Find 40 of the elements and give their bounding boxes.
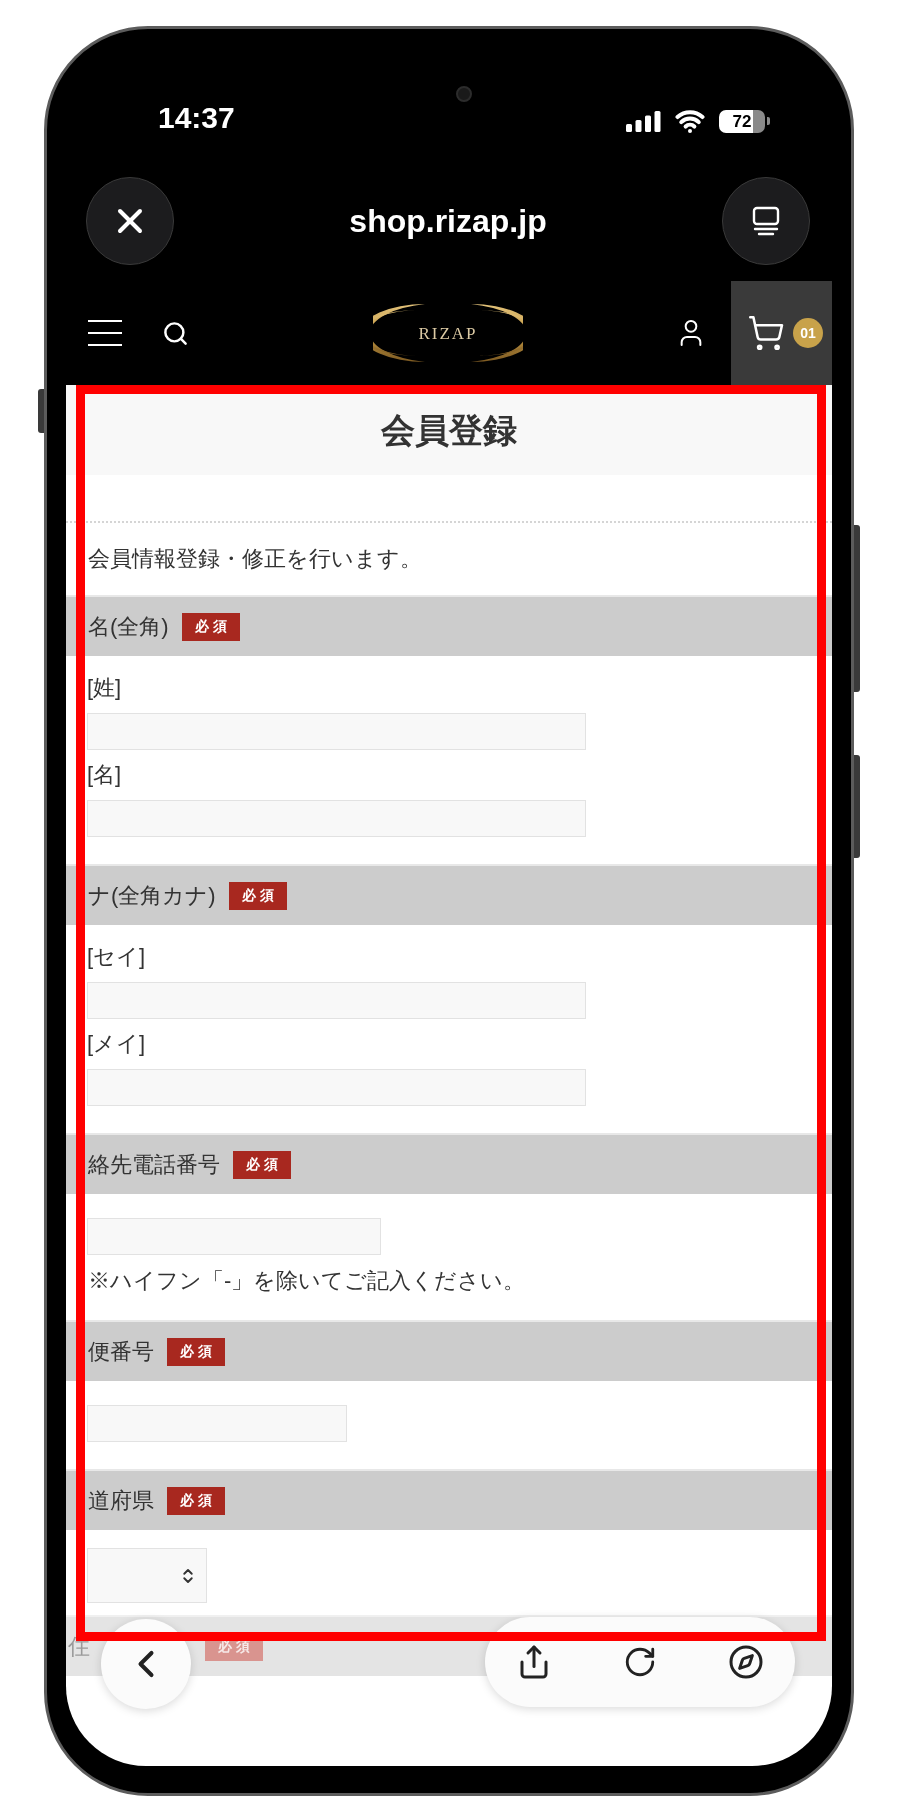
cart-count-badge: 01 bbox=[793, 318, 823, 348]
search-icon[interactable] bbox=[162, 319, 189, 347]
camera-icon bbox=[456, 86, 472, 102]
side-button[interactable] bbox=[38, 389, 44, 433]
intro-text: 会員情報登録・修正を行います。 bbox=[88, 548, 422, 570]
signal-icon bbox=[626, 110, 661, 132]
required-badge: 必須 bbox=[167, 1486, 225, 1515]
url-text: shop.rizap.jp bbox=[349, 201, 547, 241]
section-label: 道府県 bbox=[88, 1489, 154, 1512]
text-field[interactable] bbox=[87, 1069, 586, 1106]
clock-time: 14:37 bbox=[158, 102, 236, 134]
text-field[interactable] bbox=[87, 1405, 347, 1442]
battery-percent: 72 bbox=[732, 112, 752, 130]
section-label: ナ(全角カナ) bbox=[88, 884, 216, 907]
logo-swoosh-icon bbox=[373, 301, 523, 365]
section-label: 名(全角) bbox=[88, 615, 169, 638]
text-field[interactable] bbox=[87, 713, 586, 750]
reload-icon bbox=[623, 1645, 657, 1679]
hint-text: ※ハイフン「-」を除いてご記入ください。 bbox=[87, 1269, 527, 1293]
menu-icon[interactable] bbox=[88, 319, 122, 347]
field-label: [メイ] bbox=[87, 1030, 147, 1058]
text-field[interactable] bbox=[87, 1218, 381, 1255]
required-badge: 必須 bbox=[228, 881, 287, 910]
required-badge: 必須 bbox=[233, 1150, 291, 1179]
field-label: [名] bbox=[87, 761, 123, 789]
logo-text: RIZAP bbox=[418, 324, 478, 342]
required-badge: 必須 bbox=[181, 612, 240, 641]
text-field[interactable] bbox=[87, 982, 586, 1019]
section-label: 便番号 bbox=[88, 1340, 154, 1363]
text-field[interactable] bbox=[87, 800, 586, 837]
page-title: 会員登録 bbox=[381, 413, 517, 447]
select-field[interactable] bbox=[87, 1548, 207, 1603]
section-label: 絡先電話番号 bbox=[88, 1153, 220, 1176]
cart-button[interactable]: 01 bbox=[731, 281, 832, 385]
cart-icon bbox=[747, 314, 785, 352]
required-badge: 必須 bbox=[167, 1337, 225, 1366]
compass-icon bbox=[728, 1644, 764, 1680]
field-label: [セイ] bbox=[87, 943, 147, 971]
window-lines-icon bbox=[752, 205, 780, 236]
field-label: [姓] bbox=[87, 674, 123, 702]
